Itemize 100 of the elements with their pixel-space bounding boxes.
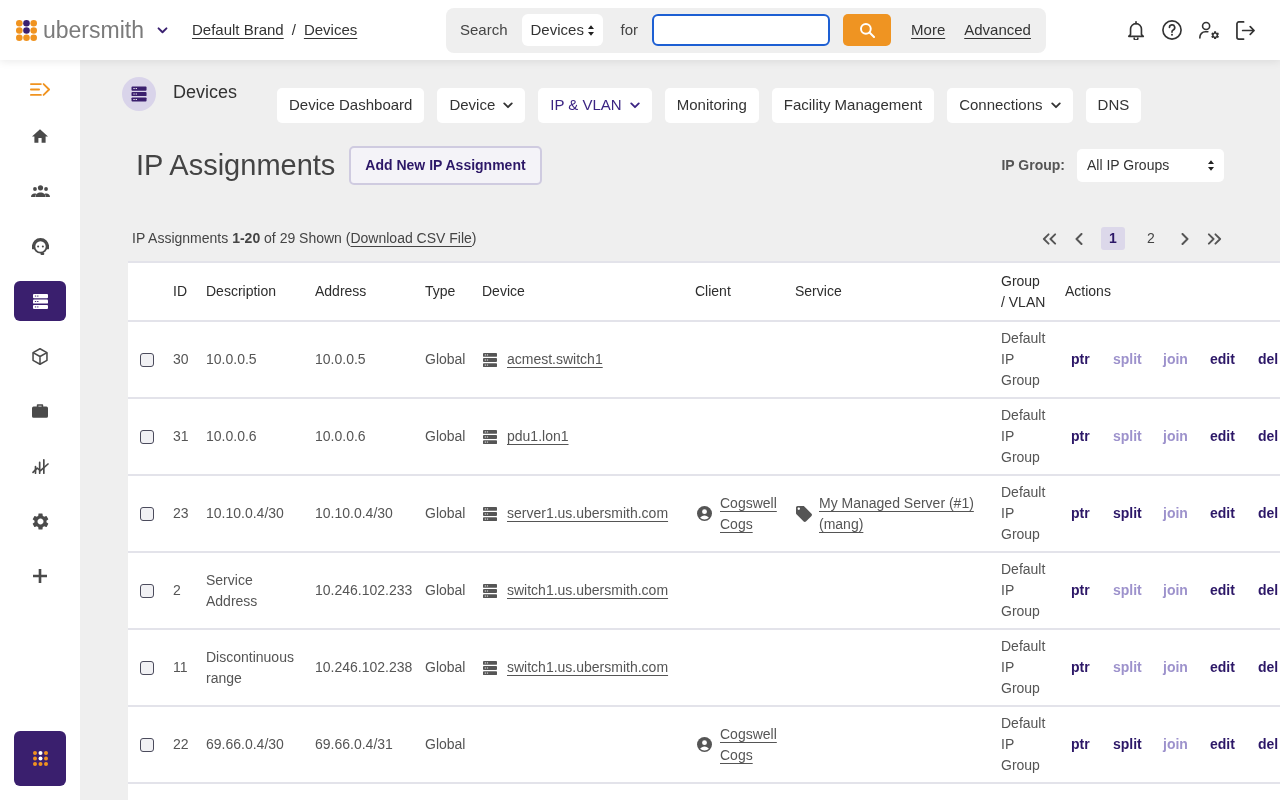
action-link[interactable]: del <box>1258 503 1279 524</box>
headset-icon[interactable] <box>31 237 49 255</box>
action-link[interactable]: edit <box>1210 426 1235 447</box>
download-csv-link[interactable]: Download CSV File <box>350 230 472 246</box>
device-link[interactable]: server1.us.ubersmith.com <box>507 503 669 524</box>
brand-name: ubersmith <box>43 18 144 42</box>
server-icon <box>483 429 497 444</box>
table-cell: 22 <box>173 736 189 752</box>
row-checkbox[interactable] <box>140 660 154 675</box>
table-cell: Global <box>425 428 466 444</box>
server-icon <box>483 506 497 521</box>
module-title: Devices <box>173 81 238 103</box>
sidebar-item[interactable] <box>14 281 66 321</box>
breadcrumb-link[interactable]: Devices <box>303 18 358 42</box>
user-circle-icon <box>697 737 712 752</box>
gear-icon[interactable] <box>31 512 49 530</box>
device-link[interactable]: acmest.switch1 <box>507 349 603 370</box>
action-link[interactable]: del <box>1258 580 1279 601</box>
table-cell: Global <box>425 659 466 675</box>
action-link[interactable]: edit <box>1210 734 1235 755</box>
help-icon[interactable] <box>1162 20 1182 40</box>
client-link[interactable]: Cogswell Cogs <box>720 492 779 535</box>
device-link[interactable]: pdu1.lon1 <box>507 426 569 447</box>
action-link[interactable]: split <box>1113 734 1142 755</box>
add-ip-assignment-button[interactable]: Add New IP Assignment <box>349 146 542 185</box>
nav-tab[interactable]: DNS <box>1085 88 1142 123</box>
apps-button[interactable] <box>14 731 66 786</box>
home-icon[interactable] <box>32 129 48 143</box>
action-link[interactable]: edit <box>1210 503 1235 524</box>
nav-tab[interactable]: Device <box>437 88 526 123</box>
logout-icon[interactable] <box>1236 20 1255 40</box>
client-link[interactable]: Cogswell Cogs <box>720 723 779 766</box>
action-link[interactable]: edit <box>1210 580 1235 601</box>
dots-grid-icon[interactable] <box>32 751 48 766</box>
chevron-down-icon[interactable] <box>503 102 514 109</box>
column-header: Type <box>425 282 457 301</box>
server-icon[interactable] <box>32 293 48 309</box>
action-link[interactable]: edit <box>1210 349 1235 370</box>
search-link[interactable]: Advanced <box>964 18 1031 42</box>
table-cell-text: Default IP Group <box>1001 637 1047 698</box>
action-link[interactable]: ptr <box>1071 349 1090 370</box>
table-cell-text: Default IP Group <box>1001 560 1047 621</box>
column-header: Description <box>206 282 278 301</box>
action-link[interactable]: ptr <box>1071 503 1090 524</box>
caret-icon[interactable] <box>157 26 168 34</box>
table-cell: 23 <box>173 505 189 521</box>
table-cell-text: 10.0.0.6 <box>206 427 258 446</box>
search-scope-select[interactable]: Devices <box>521 14 603 46</box>
nav-tab[interactable]: Connections <box>947 88 1073 123</box>
device-link[interactable]: switch1.us.ubersmith.com <box>507 657 669 678</box>
row-checkbox[interactable] <box>140 737 154 752</box>
action-link[interactable]: ptr <box>1071 734 1090 755</box>
page-button[interactable]: 1 <box>1101 227 1125 250</box>
table-cell: 10.0.0.5 <box>315 351 366 367</box>
ip-group-label: IP Group: <box>1001 156 1065 175</box>
action-link[interactable]: del <box>1258 657 1279 678</box>
service-link[interactable]: My Managed Server (#1) (mang) <box>819 492 989 535</box>
chevron-down-icon[interactable] <box>629 102 640 109</box>
action-link[interactable]: ptr <box>1071 426 1090 447</box>
row-checkbox[interactable] <box>140 352 154 367</box>
plus-icon[interactable] <box>33 569 47 583</box>
nav-tab[interactable]: IP & VLAN <box>538 88 652 123</box>
for-label: for <box>620 19 639 40</box>
row-checkbox[interactable] <box>140 583 154 598</box>
breadcrumb-link[interactable]: Default Brand <box>192 18 284 42</box>
user-gear-icon[interactable] <box>1199 21 1219 39</box>
action-link[interactable]: ptr <box>1071 580 1090 601</box>
action-link[interactable]: del <box>1258 426 1279 447</box>
chevron-right-icon[interactable] <box>1181 232 1189 245</box>
chart-icon[interactable] <box>31 458 49 474</box>
chevron-left-icon[interactable] <box>1075 232 1083 245</box>
row-checkbox[interactable] <box>140 506 154 521</box>
action-link[interactable]: edit <box>1210 657 1235 678</box>
sort-arrows-icon[interactable] <box>1208 160 1214 171</box>
double-chevron-right-icon[interactable] <box>1207 232 1222 245</box>
breadcrumb-separator: / <box>291 19 296 40</box>
cube-icon[interactable] <box>32 347 48 365</box>
table-cell: Global <box>425 505 466 521</box>
search-field[interactable] <box>652 14 831 46</box>
users-icon[interactable] <box>30 185 50 197</box>
bell-icon[interactable] <box>1127 20 1145 40</box>
action-link[interactable]: del <box>1258 734 1279 755</box>
chevron-down-icon[interactable] <box>1050 102 1061 109</box>
table-cell: 31 <box>173 428 189 444</box>
nav-tab[interactable]: Device Dashboard <box>277 88 425 123</box>
action-link[interactable]: del <box>1258 349 1279 370</box>
column-header: Client <box>695 282 732 301</box>
device-link[interactable]: switch1.us.ubersmith.com <box>507 580 669 601</box>
table-cell-text: 69.66.0.4/30 <box>206 735 285 754</box>
nav-tab[interactable]: Monitoring <box>664 88 759 123</box>
briefcase-icon[interactable] <box>32 404 48 418</box>
row-checkbox[interactable] <box>140 429 154 444</box>
action-link[interactable]: split <box>1113 503 1142 524</box>
ip-group-select[interactable]: All IP Groups <box>1077 149 1224 182</box>
search-link[interactable]: More <box>911 18 946 42</box>
double-chevron-left-icon[interactable] <box>1042 232 1057 245</box>
sort-arrows-icon[interactable] <box>587 24 594 36</box>
action-link[interactable]: ptr <box>1071 657 1090 678</box>
nav-tab[interactable]: Facility Management <box>771 88 935 123</box>
page-button[interactable]: 2 <box>1139 227 1163 250</box>
